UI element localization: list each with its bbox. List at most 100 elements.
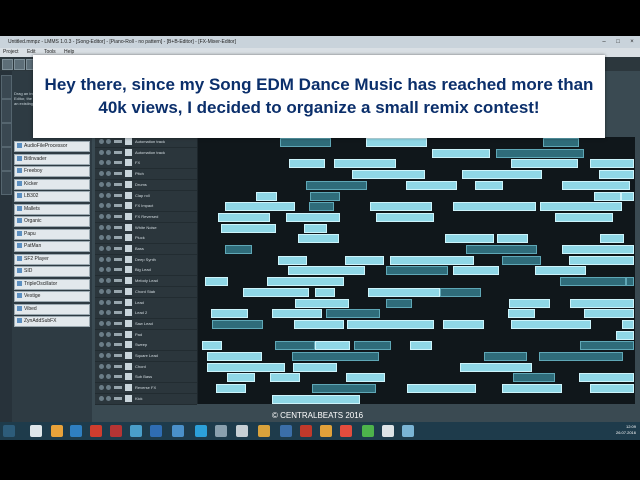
mute-button[interactable] (99, 288, 104, 294)
volume-slider[interactable] (114, 289, 122, 293)
instrument-icon[interactable] (125, 394, 132, 402)
pattern-block[interactable] (346, 373, 385, 383)
volume-slider[interactable] (114, 386, 122, 390)
instrument-icon[interactable] (125, 148, 132, 156)
solo-button[interactable] (106, 192, 111, 198)
pattern-grid[interactable] (198, 137, 635, 404)
volume-slider[interactable] (114, 193, 122, 197)
pattern-block[interactable] (225, 202, 295, 212)
pattern-block[interactable] (462, 170, 542, 180)
mute-button[interactable] (99, 353, 104, 358)
mute-button[interactable] (99, 246, 104, 251)
steam-icon[interactable] (172, 425, 184, 437)
folder-icon[interactable] (258, 425, 270, 437)
pattern-block[interactable] (560, 277, 626, 287)
pattern-block[interactable] (304, 223, 327, 233)
solo-button[interactable] (106, 213, 111, 219)
pattern-block[interactable] (511, 319, 591, 329)
instrument-icon[interactable] (125, 266, 132, 274)
pattern-block[interactable] (626, 277, 634, 287)
pattern-block[interactable] (278, 255, 307, 265)
volume-slider[interactable] (114, 364, 122, 368)
pattern-block[interactable] (580, 341, 634, 351)
volume-slider[interactable] (114, 214, 122, 218)
pattern-block[interactable] (293, 362, 337, 372)
solo-button[interactable] (106, 267, 111, 273)
plugin-item[interactable]: BitInvader (14, 153, 90, 165)
instrument-icon[interactable] (125, 352, 132, 359)
pattern-block[interactable] (212, 319, 263, 329)
pattern-block[interactable] (555, 212, 613, 222)
pattern-block[interactable] (275, 341, 315, 351)
pattern-block[interactable] (354, 341, 391, 351)
mute-button[interactable] (99, 171, 104, 177)
volume-slider[interactable] (114, 375, 122, 379)
pattern-block[interactable] (202, 341, 222, 351)
skype-icon[interactable] (195, 425, 207, 437)
pattern-block[interactable] (256, 191, 277, 201)
pattern-block[interactable] (267, 277, 344, 287)
pattern-block[interactable] (386, 266, 448, 276)
volume-slider[interactable] (114, 204, 122, 208)
pdf-icon[interactable] (300, 425, 312, 437)
pattern-block[interactable] (216, 384, 246, 394)
instrument-icon[interactable] (125, 362, 132, 370)
app-icon[interactable] (150, 425, 162, 437)
solo-button[interactable] (106, 363, 111, 369)
mute-button[interactable] (99, 224, 104, 230)
pattern-block[interactable] (334, 159, 396, 169)
instrument-icon[interactable] (125, 309, 132, 317)
volume-slider[interactable] (114, 182, 122, 186)
pattern-block[interactable] (443, 319, 484, 329)
track-row[interactable]: Automation track (95, 137, 197, 148)
plugin-item[interactable]: Freeboy (14, 166, 90, 177)
pattern-block[interactable] (272, 309, 322, 319)
plugin-item[interactable]: Vestige (14, 291, 90, 302)
plugin-item[interactable]: SF2 Player (14, 253, 90, 265)
solo-button[interactable] (106, 139, 111, 144)
solo-button[interactable] (106, 353, 111, 358)
track-row[interactable]: Clap roll (95, 190, 197, 202)
pattern-block[interactable] (272, 394, 360, 404)
instrument-icon[interactable] (125, 170, 132, 178)
minimize-button[interactable]: – (598, 38, 610, 46)
pattern-block[interactable] (294, 319, 344, 329)
track-row[interactable]: Melody Lead (95, 276, 197, 288)
plugin-item[interactable]: Mallets (14, 203, 90, 215)
word-icon[interactable] (280, 425, 292, 437)
pattern-block[interactable] (326, 309, 380, 319)
mute-button[interactable] (99, 160, 104, 166)
pattern-block[interactable] (407, 384, 476, 394)
sidetab-samples[interactable] (1, 123, 12, 147)
pattern-block[interactable] (509, 298, 550, 308)
plugin-item[interactable]: LB302 (14, 191, 90, 202)
instrument-icon[interactable] (125, 138, 132, 145)
solo-button[interactable] (106, 181, 111, 187)
paint-icon[interactable] (320, 425, 332, 437)
pattern-block[interactable] (211, 309, 248, 319)
volume-slider[interactable] (114, 161, 122, 165)
pattern-block[interactable] (475, 180, 503, 190)
open-project-icon[interactable] (14, 59, 25, 70)
pattern-block[interactable] (315, 287, 335, 297)
solo-button[interactable] (106, 171, 111, 177)
solo-button[interactable] (106, 374, 111, 380)
sidetab-instruments[interactable] (1, 75, 12, 99)
solo-button[interactable] (106, 310, 111, 316)
plugin-item[interactable]: Organic (14, 216, 90, 227)
plugin-item[interactable]: Papu (14, 228, 90, 240)
volume-slider[interactable] (114, 396, 122, 400)
chrome-icon[interactable] (362, 425, 374, 437)
pattern-block[interactable] (410, 341, 432, 351)
pattern-block[interactable] (579, 373, 634, 383)
pattern-block[interactable] (347, 319, 434, 329)
pattern-block[interactable] (368, 287, 440, 297)
pattern-block[interactable] (600, 234, 624, 244)
pattern-block[interactable] (543, 138, 579, 147)
track-row[interactable]: Sub Bass (95, 372, 197, 384)
sidetab-projects[interactable] (1, 99, 12, 123)
pattern-block[interactable] (225, 245, 252, 254)
pattern-block[interactable] (453, 202, 536, 212)
pattern-block[interactable] (622, 319, 634, 329)
settings-icon[interactable] (236, 425, 248, 437)
